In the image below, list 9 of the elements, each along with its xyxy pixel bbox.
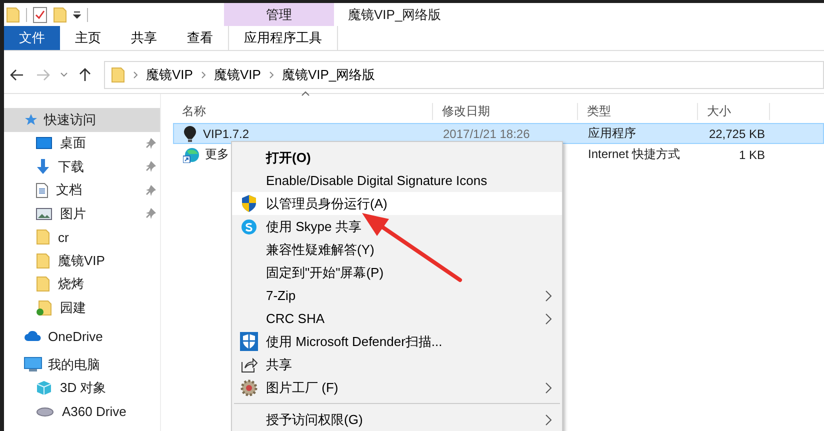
file-type: Internet 快捷方式 (588, 146, 680, 163)
file-size: 1 KB (738, 148, 765, 162)
window-title: 魔镜VIP_网络版 (347, 6, 442, 24)
file-type: 应用程序 (588, 125, 636, 142)
file-size: 22,725 KB (708, 126, 765, 140)
modified-date: 2017/1/21 18:26 (443, 126, 530, 140)
file-name: 更多 (205, 146, 229, 163)
file-name: VIP1.7.2 (203, 126, 250, 140)
contextual-tab-header: 管理 (224, 3, 334, 26)
